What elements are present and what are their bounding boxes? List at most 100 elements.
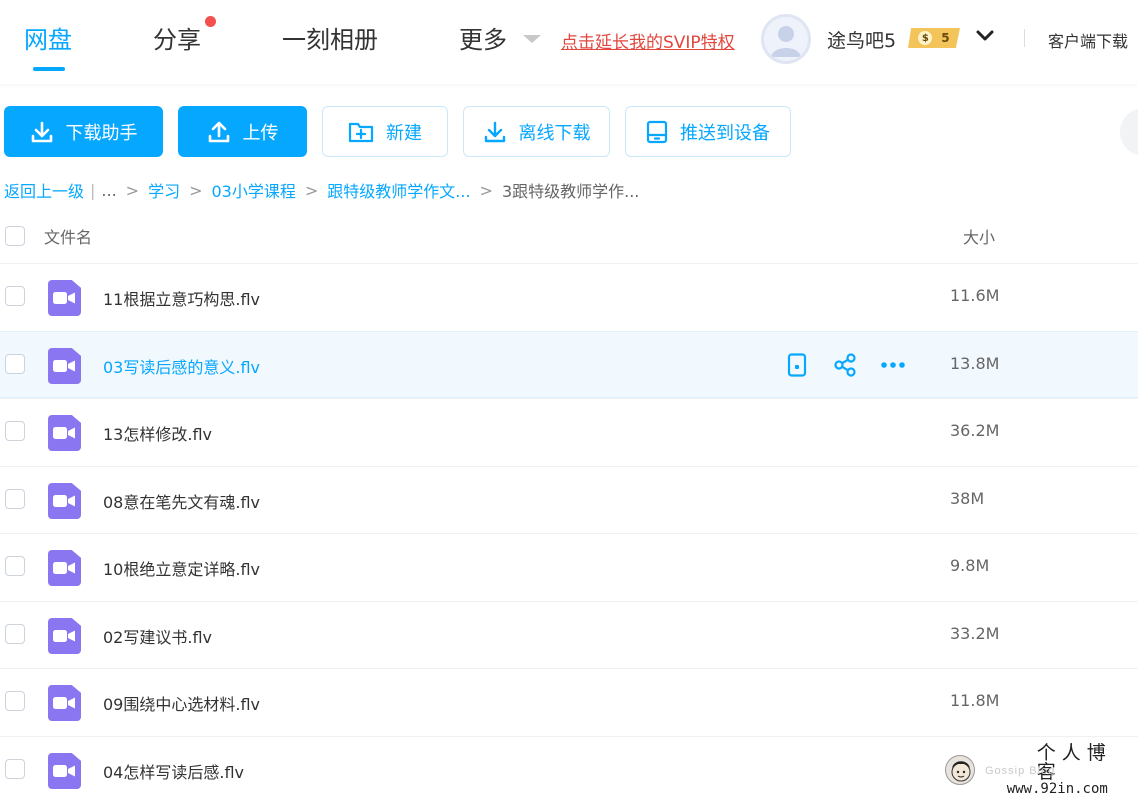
- offline-download-label: 离线下载: [518, 122, 591, 144]
- file-name[interactable]: 03写读后感的意义.flv: [103, 354, 260, 378]
- file-name[interactable]: 13怎样修改.flv: [103, 421, 212, 445]
- file-row[interactable]: 08意在笔先文有魂.flv 38M: [0, 466, 1138, 533]
- row-checkbox[interactable]: [5, 556, 25, 576]
- user-silhouette-icon: [771, 26, 801, 57]
- row-checkbox[interactable]: [5, 286, 25, 306]
- file-size: 11.8M: [950, 691, 1000, 710]
- more-options-icon[interactable]: [880, 353, 906, 377]
- offline-download-button[interactable]: 离线下载: [463, 106, 610, 157]
- push-device-icon[interactable]: [786, 353, 808, 377]
- chevron-down-icon[interactable]: [974, 25, 996, 47]
- watermark-logo: [945, 755, 975, 785]
- breadcrumb-item-composition-folder[interactable]: 跟特级教师学作文...: [327, 178, 470, 202]
- search-toggle[interactable]: [1120, 108, 1138, 156]
- upload-icon: [208, 121, 229, 142]
- video-camera-icon: [53, 697, 75, 709]
- breadcrumb-separator: >: [479, 180, 493, 200]
- device-icon: [646, 120, 668, 143]
- nav-tab-netdisk[interactable]: 网盘: [24, 20, 72, 55]
- row-checkbox[interactable]: [5, 759, 25, 779]
- upload-button[interactable]: 上传: [178, 106, 307, 157]
- video-camera-icon: [53, 630, 75, 642]
- row-checkbox[interactable]: [5, 489, 25, 509]
- video-file-icon: [48, 415, 81, 451]
- file-name[interactable]: 10根绝立意定详略.flv: [103, 556, 260, 580]
- push-to-device-button[interactable]: 推送到设备: [625, 106, 791, 157]
- breadcrumb-separator: >: [125, 180, 140, 200]
- breadcrumb-ellipsis[interactable]: ...: [101, 181, 116, 200]
- push-to-device-label: 推送到设备: [680, 122, 770, 144]
- active-tab-indicator: [33, 67, 65, 71]
- file-size: 13.8M: [950, 354, 1000, 373]
- file-name[interactable]: 08意在笔先文有魂.flv: [103, 489, 260, 513]
- blog-watermark: Gossip Blog 个人博客 www.92in.com: [945, 744, 1135, 793]
- breadcrumb-separator: >: [189, 180, 203, 200]
- column-header-size[interactable]: 大小: [963, 224, 995, 248]
- video-file-icon: [48, 550, 81, 586]
- new-folder-icon: [348, 122, 374, 142]
- breadcrumb: 返回上一级 | ... > 学习 > 03小学课程 > 跟特级教师学作文... …: [4, 178, 639, 202]
- download-icon: [31, 121, 52, 142]
- coin-icon: $: [918, 31, 933, 45]
- file-size: 11.6M: [950, 286, 1000, 305]
- download-helper-label: 下载助手: [65, 122, 138, 144]
- client-download-link[interactable]: 客户端下载: [1048, 28, 1128, 52]
- file-name[interactable]: 04怎样写读后感.flv: [103, 759, 244, 783]
- watermark-faint-text: Gossip Blog: [985, 765, 1056, 777]
- nav-tab-more[interactable]: 更多: [459, 20, 507, 55]
- new-button[interactable]: 新建: [322, 106, 448, 157]
- file-row[interactable]: 09围绕中心选材料.flv 11.8M: [0, 668, 1138, 735]
- share-icon[interactable]: [833, 353, 857, 377]
- username[interactable]: 途鸟吧5: [827, 26, 896, 53]
- video-file-icon: [48, 618, 81, 654]
- file-name[interactable]: 02写建议书.flv: [103, 624, 212, 648]
- nav-tab-share[interactable]: 分享: [153, 20, 201, 55]
- avatar[interactable]: [761, 14, 811, 64]
- video-file-icon: [48, 483, 81, 519]
- vip-level-badge: $ 5: [908, 28, 960, 48]
- vip-level-number: 5: [941, 31, 950, 45]
- video-file-icon: [48, 348, 81, 384]
- offline-download-icon: [484, 121, 505, 142]
- breadcrumb-back[interactable]: 返回上一级: [4, 178, 84, 202]
- row-checkbox[interactable]: [5, 691, 25, 711]
- download-helper-button[interactable]: 下载助手: [4, 106, 163, 157]
- file-row[interactable]: 10根绝立意定详略.flv 9.8M: [0, 533, 1138, 600]
- file-row[interactable]: 13怎样修改.flv 36.2M: [0, 398, 1138, 465]
- video-camera-icon: [53, 360, 75, 372]
- notification-dot: [205, 16, 216, 27]
- nav-tab-moment-album[interactable]: 一刻相册: [282, 20, 378, 55]
- file-row[interactable]: 02写建议书.flv 33.2M: [0, 601, 1138, 668]
- select-all-checkbox[interactable]: [5, 226, 25, 246]
- file-size: 33.2M: [950, 624, 1000, 643]
- breadcrumb-item-study[interactable]: 学习: [148, 178, 180, 202]
- file-size: 36.2M: [950, 421, 1000, 440]
- file-row[interactable]: 03写读后感的意义.flv 13.8M: [0, 331, 1138, 398]
- top-navigation: 网盘 分享 一刻相册 更多 点击延长我的SVIP特权 途鸟吧5 $ 5 客户端下…: [0, 0, 1138, 84]
- video-camera-icon: [53, 427, 75, 439]
- nav-divider: [1024, 29, 1025, 47]
- column-header-filename[interactable]: 文件名: [44, 224, 92, 248]
- file-size: 9.8M: [950, 556, 990, 575]
- new-label: 新建: [386, 122, 422, 144]
- breadcrumb-bar: |: [90, 180, 96, 200]
- breadcrumb-item-primary-course[interactable]: 03小学课程: [212, 178, 296, 202]
- row-checkbox[interactable]: [5, 421, 25, 441]
- video-file-icon: [48, 685, 81, 721]
- video-camera-icon: [53, 562, 75, 574]
- breadcrumb-separator: >: [304, 180, 319, 200]
- row-checkbox[interactable]: [5, 354, 25, 374]
- upload-label: 上传: [242, 122, 279, 144]
- file-name[interactable]: 09围绕中心选材料.flv: [103, 691, 260, 715]
- video-camera-icon: [53, 292, 75, 304]
- file-row[interactable]: 11根据立意巧构思.flv 11.6M: [0, 263, 1138, 330]
- svip-renew-link[interactable]: 点击延长我的SVIP特权: [561, 28, 735, 53]
- breadcrumb-current: 3跟特级教师学作...: [501, 182, 640, 201]
- video-file-icon: [48, 753, 81, 789]
- video-camera-icon: [53, 765, 75, 777]
- video-camera-icon: [53, 495, 75, 507]
- file-size: 38M: [950, 489, 985, 508]
- file-name[interactable]: 11根据立意巧构思.flv: [103, 286, 260, 310]
- caret-down-icon[interactable]: [523, 35, 541, 43]
- row-checkbox[interactable]: [5, 624, 25, 644]
